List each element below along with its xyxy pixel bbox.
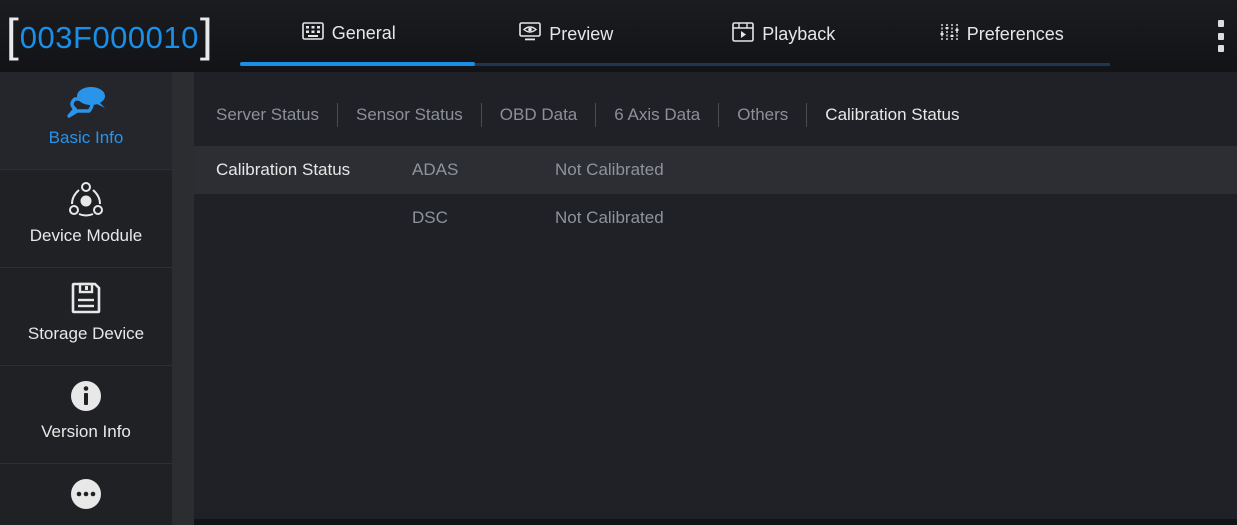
- tab-active-indicator: [240, 62, 475, 66]
- sliders-icon: [939, 22, 959, 47]
- sidebar-item-basic-info[interactable]: Basic Info: [0, 72, 172, 170]
- kebab-dot-icon: [1218, 32, 1224, 40]
- device-id-bracket-open: [: [6, 9, 19, 61]
- subtab-obd-data[interactable]: OBD Data: [482, 100, 595, 130]
- tab-playback[interactable]: Playback: [675, 0, 893, 72]
- more-menu-button[interactable]: [1212, 20, 1230, 52]
- row-status: Not Calibrated: [555, 160, 664, 179]
- tab-preview[interactable]: Preview: [458, 0, 676, 72]
- top-bar: [ 003F000010 ] General Preview Playback …: [0, 0, 1237, 72]
- sidebar-item-label: Storage Device: [27, 324, 145, 343]
- module-network-icon: [66, 180, 106, 220]
- row-section-label: Calibration Status: [216, 160, 351, 179]
- row-status: Not Calibrated: [555, 208, 664, 227]
- sidebar-item-label: Version Info: [41, 422, 131, 441]
- chat-bubbles-icon: [61, 82, 111, 122]
- app-window: [ 003F000010 ] General Preview Playback …: [0, 0, 1237, 525]
- device-id-bracket-close: ]: [199, 9, 213, 61]
- sidebar: Basic Info Device Module Storage Device …: [0, 72, 172, 525]
- sidebar-item-version-info[interactable]: Version Info: [0, 366, 172, 464]
- info-circle-icon: [69, 376, 103, 416]
- floppy-disk-icon: [71, 278, 101, 318]
- sidebar-item-more[interactable]: [0, 464, 172, 525]
- keyboard-icon: [301, 22, 324, 45]
- table-row: Calibration Status ADAS Not Calibrated: [194, 146, 1237, 194]
- row-type: DSC: [412, 208, 448, 227]
- kebab-dot-icon: [1218, 45, 1224, 52]
- tab-preferences-label: Preferences: [966, 24, 1064, 44]
- row-type: ADAS: [412, 160, 459, 179]
- more-dots-icon: [69, 474, 103, 514]
- tab-preferences[interactable]: Preferences: [893, 0, 1111, 72]
- table-row: DSC Not Calibrated: [194, 194, 1237, 242]
- subtab-sensor-status[interactable]: Sensor Status: [338, 100, 481, 130]
- main-content: Server Status Sensor Status OBD Data 6 A…: [194, 72, 1237, 519]
- device-id-text: 003F000010: [19, 20, 199, 55]
- tab-preview-label: Preview: [549, 24, 614, 44]
- bottom-edge: [194, 519, 1237, 525]
- sidebar-scrollbar[interactable]: [172, 72, 194, 525]
- monitor-eye-icon: [519, 22, 542, 47]
- playback-icon: [732, 22, 755, 47]
- sidebar-item-storage-device[interactable]: Storage Device: [0, 268, 172, 366]
- tab-playback-label: Playback: [762, 24, 836, 44]
- tab-general-label: General: [331, 23, 396, 43]
- subtab-6-axis-data[interactable]: 6 Axis Data: [596, 100, 718, 130]
- sidebar-item-label: Basic Info: [48, 128, 124, 147]
- sidebar-item-label: Device Module: [29, 226, 143, 245]
- device-id: [ 003F000010 ]: [6, 9, 213, 62]
- sidebar-item-device-module[interactable]: Device Module: [0, 170, 172, 268]
- subtab-calibration-status[interactable]: Calibration Status: [807, 100, 977, 130]
- kebab-dot-icon: [1218, 20, 1224, 27]
- sub-tabs: Server Status Sensor Status OBD Data 6 A…: [194, 100, 977, 130]
- subtab-server-status[interactable]: Server Status: [194, 100, 337, 130]
- subtab-others[interactable]: Others: [719, 100, 806, 130]
